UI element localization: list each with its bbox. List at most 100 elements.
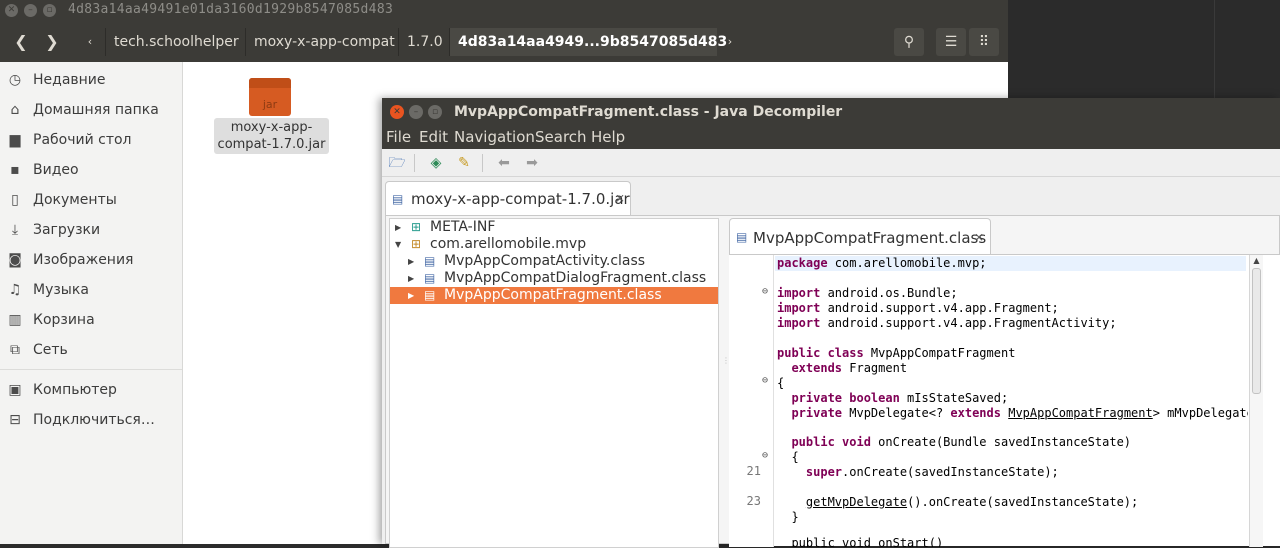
jd-window-title: MvpAppCompatFragment.class - Java Decomp… bbox=[454, 104, 843, 120]
sidebar-item-label: Недавние bbox=[33, 72, 106, 88]
fm-minimize-icon[interactable]: – bbox=[24, 4, 37, 17]
folder-icon: ▆ bbox=[9, 132, 21, 148]
jd-content: ▶ ⊞ META-INF ▼ ⊞ com.arellomobile.mvp ▶ … bbox=[385, 215, 1280, 548]
list-view-icon[interactable]: ☰ bbox=[936, 28, 966, 56]
sidebar-item-documents[interactable]: ▯ Документы bbox=[0, 187, 183, 213]
back-icon[interactable]: ⬅ bbox=[494, 153, 514, 173]
jar-archive-icon: jar bbox=[249, 78, 291, 116]
connect-icon: ⊟ bbox=[9, 412, 21, 428]
jd-maximize-icon[interactable]: ▫ bbox=[428, 105, 442, 119]
fold-icon[interactable]: ⊖ bbox=[762, 286, 772, 297]
sidebar-item-desktop[interactable]: ▆ Рабочий стол bbox=[0, 127, 183, 153]
code-line: public void onStart() bbox=[791, 536, 944, 547]
breadcrumb-current-folder[interactable]: 4d83a14aa4949...9b8547085d483 bbox=[449, 28, 727, 56]
sidebar-item-home[interactable]: ⌂ Домашняя папка bbox=[0, 97, 183, 123]
jd-titlebar: ✕ – ▫ MvpAppCompatFragment.class - Java … bbox=[382, 98, 1280, 125]
collapse-arrow-icon[interactable]: ▼ bbox=[395, 236, 401, 253]
tab-jar-file[interactable]: ▤ moxy-x-app-compat-1.7.0.jar ⨯ bbox=[385, 181, 631, 215]
menu-file[interactable]: File bbox=[386, 125, 411, 149]
breadcrumb-left-icon[interactable]: ‹ bbox=[77, 27, 103, 57]
back-arrow-icon[interactable]: ❮ bbox=[6, 27, 36, 57]
sidebar-item-downloads[interactable]: ⤓ Загрузки bbox=[0, 217, 183, 243]
background-window bbox=[1008, 0, 1280, 98]
line-number: 23 bbox=[746, 494, 761, 508]
sidebar-item-label: Сеть bbox=[33, 342, 68, 358]
code-line: import android.support.v4.app.Fragment; bbox=[777, 301, 1059, 315]
tree-item-class[interactable]: ▶ ▤ MvpAppCompatActivity.class bbox=[390, 253, 718, 270]
code-editor[interactable]: ⊖ ⊖ ⊖ 21 23 package com.arellomobile.mvp… bbox=[729, 254, 1280, 547]
tree-item-label: META-INF bbox=[430, 219, 496, 235]
jd-close-icon[interactable]: ✕ bbox=[390, 105, 404, 119]
open-file-icon[interactable]: 🗁 bbox=[387, 153, 407, 173]
breadcrumb-version[interactable]: 1.7.0 bbox=[398, 28, 451, 56]
tree-item-label: com.arellomobile.mvp bbox=[430, 236, 587, 252]
close-tab-icon[interactable]: ⨯ bbox=[615, 182, 625, 214]
jd-minimize-icon[interactable]: – bbox=[409, 105, 423, 119]
menu-edit[interactable]: Edit bbox=[419, 125, 448, 149]
forward-arrow-icon[interactable]: ❯ bbox=[37, 27, 67, 57]
split-sash[interactable]: ⋮ bbox=[722, 356, 730, 370]
forward-icon[interactable]: ➡ bbox=[522, 153, 542, 173]
package-tree: ▶ ⊞ META-INF ▼ ⊞ com.arellomobile.mvp ▶ … bbox=[389, 218, 719, 548]
breadcrumb-moxy-x-app-compat[interactable]: moxy-x-app-compat bbox=[245, 28, 403, 56]
scroll-thumb[interactable] bbox=[1252, 268, 1261, 394]
expand-arrow-icon[interactable]: ▶ bbox=[408, 270, 414, 287]
sidebar-item-label: Домашняя папка bbox=[33, 102, 159, 118]
fold-icon[interactable]: ⊖ bbox=[762, 375, 772, 386]
tree-item-meta-inf[interactable]: ▶ ⊞ META-INF bbox=[390, 219, 718, 236]
breadcrumb-right-icon[interactable]: › bbox=[717, 27, 743, 57]
tab-class-file[interactable]: ▤ MvpAppCompatFragment.class ⨯ bbox=[729, 218, 991, 254]
search-icon[interactable]: ⚲ bbox=[894, 28, 924, 56]
fm-maximize-icon[interactable]: ▫ bbox=[43, 4, 56, 17]
sidebar-item-videos[interactable]: ▪ Видео bbox=[0, 157, 183, 183]
document-icon: ▯ bbox=[11, 192, 19, 208]
tree-item-class-selected[interactable]: ▶ ▤ MvpAppCompatFragment.class bbox=[390, 287, 718, 304]
sidebar-item-label: Корзина bbox=[33, 312, 95, 328]
breadcrumb-tech-schoolhelper[interactable]: tech.schoolhelper bbox=[105, 28, 247, 56]
code-line: getMvpDelegate().onCreate(savedInstanceS… bbox=[805, 495, 1139, 509]
jar-file-label: moxy-x-app-compat-1.7.0.jar bbox=[214, 118, 329, 154]
expand-arrow-icon[interactable]: ▶ bbox=[395, 219, 401, 236]
menu-help[interactable]: Help bbox=[591, 125, 625, 149]
sidebar-item-recent[interactable]: ◷ Недавние bbox=[0, 67, 183, 93]
expand-arrow-icon[interactable]: ▶ bbox=[408, 287, 414, 304]
line-number: 21 bbox=[746, 464, 761, 478]
tree-item-label: MvpAppCompatDialogFragment.class bbox=[444, 270, 707, 286]
jar-icon-text: jar bbox=[262, 98, 278, 111]
sidebar-item-pictures[interactable]: ◙ Изображения bbox=[0, 247, 183, 273]
jar-tab-label: moxy-x-app-compat-1.7.0.jar bbox=[411, 190, 630, 208]
open-type-icon[interactable]: ◈ bbox=[426, 153, 446, 173]
sidebar-item-computer[interactable]: ▣ Компьютер bbox=[0, 377, 183, 403]
fold-icon[interactable]: ⊖ bbox=[762, 450, 772, 461]
sidebar-divider bbox=[0, 369, 182, 370]
class-file-icon: ▤ bbox=[424, 254, 436, 268]
tree-item-class[interactable]: ▶ ▤ MvpAppCompatDialogFragment.class bbox=[390, 270, 718, 287]
network-icon: ⧉ bbox=[10, 342, 20, 358]
code-area: package com.arellomobile.mvp; import and… bbox=[775, 255, 1248, 547]
code-line: } bbox=[791, 510, 799, 524]
sidebar-item-trash[interactable]: ▥ Корзина bbox=[0, 307, 183, 333]
sidebar-item-connect-server[interactable]: ⊟ Подключиться… bbox=[0, 407, 183, 433]
fm-sidebar: ◷ Недавние ⌂ Домашняя папка ▆ Рабочий стол … bbox=[0, 62, 183, 544]
sidebar-item-network[interactable]: ⧉ Сеть bbox=[0, 337, 183, 363]
jd-menubar: File Edit Navigation Search Help bbox=[382, 125, 1280, 149]
method-link[interactable]: getMvpDelegate bbox=[806, 495, 907, 509]
jar-file-item[interactable]: jar moxy-x-app-compat-1.7.0.jar bbox=[213, 76, 331, 158]
music-icon: ♫ bbox=[8, 282, 22, 298]
menu-navigation[interactable]: Navigation bbox=[454, 125, 535, 149]
type-link[interactable]: MvpAppCompatFragment bbox=[1008, 406, 1153, 420]
sidebar-item-label: Загрузки bbox=[33, 222, 101, 238]
class-file-icon: ▤ bbox=[424, 288, 436, 302]
jar-tab-icon: ▤ bbox=[392, 192, 404, 206]
grid-view-icon[interactable]: ⠿ bbox=[969, 28, 999, 56]
search-type-icon[interactable]: ✎ bbox=[454, 153, 474, 173]
sidebar-item-music[interactable]: ♫ Музыка bbox=[0, 277, 183, 303]
close-tab-icon[interactable]: ⨯ bbox=[974, 219, 984, 255]
vertical-scrollbar[interactable]: ▲ bbox=[1249, 255, 1263, 547]
tree-item-package[interactable]: ▼ ⊞ com.arellomobile.mvp bbox=[390, 236, 718, 253]
scroll-up-icon[interactable]: ▲ bbox=[1250, 255, 1263, 267]
code-line: { bbox=[791, 450, 799, 464]
expand-arrow-icon[interactable]: ▶ bbox=[408, 253, 414, 270]
menu-search[interactable]: Search bbox=[535, 125, 587, 149]
fm-close-icon[interactable]: ✕ bbox=[5, 4, 18, 17]
